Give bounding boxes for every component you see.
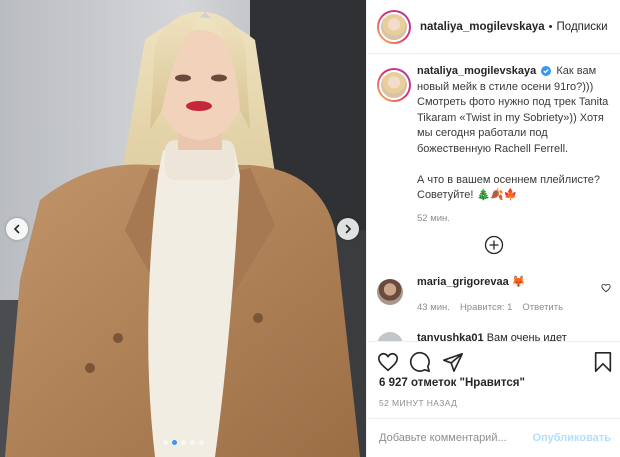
commenter-avatar[interactable] — [377, 279, 403, 305]
comment-composer: Опубликовать — [367, 418, 620, 457]
carousel-dot — [162, 440, 168, 445]
carousel-dot — [180, 440, 186, 445]
verified-icon — [541, 66, 552, 76]
post-time-ago: 52 МИНУТ НАЗАД — [379, 398, 458, 408]
post-side-panel: nataliya_mogilevskaya • Подписки nataliy… — [366, 0, 620, 457]
comment-time: 43 мин. — [417, 302, 450, 313]
comment-icon[interactable] — [409, 351, 431, 373]
carousel-dot — [198, 440, 204, 445]
reply-button[interactable]: Ответить — [522, 302, 563, 313]
previous-slide-button[interactable] — [6, 218, 28, 240]
caption-emojis: 🎄🍂🍁 — [476, 189, 518, 201]
post-header: nataliya_mogilevskaya • Подписки — [367, 0, 620, 54]
author-avatar[interactable] — [377, 9, 411, 44]
caption-avatar[interactable] — [377, 68, 411, 102]
add-more-icon[interactable] — [484, 235, 504, 255]
carousel-dot — [189, 440, 195, 445]
commenter-username[interactable]: maria_grigorevaa — [417, 276, 509, 288]
likes-count[interactable]: 6 927 отметок "Нравится" — [379, 377, 525, 389]
comment-heart-icon[interactable] — [601, 283, 611, 293]
next-slide-button[interactable] — [337, 218, 359, 240]
post-photo — [0, 0, 366, 457]
caption-timestamp: 52 мин. — [417, 212, 450, 224]
header-separator: • — [548, 20, 553, 33]
comment-likes[interactable]: Нравится: 1 — [460, 302, 512, 313]
chevron-right-icon — [345, 224, 352, 234]
heart-icon[interactable] — [377, 351, 399, 373]
caption-text: Как вам новый мейк в стиле осени 91го?))… — [417, 65, 609, 155]
author-username[interactable]: nataliya_mogilevskaya — [420, 21, 545, 33]
chevron-left-icon — [13, 224, 20, 234]
publish-button[interactable]: Опубликовать — [532, 432, 611, 444]
post-caption: nataliya_mogilevskaya Как вам новый мейк… — [377, 64, 615, 224]
carousel-dots — [0, 440, 366, 445]
following-button[interactable]: Подписки — [557, 21, 608, 33]
comment-item: maria_grigorevaa 🦊 43 мин. Нравится: 1 О… — [377, 275, 615, 313]
bookmark-icon[interactable] — [593, 351, 613, 373]
carousel-dot-active — [171, 440, 177, 445]
share-icon[interactable] — [442, 351, 464, 373]
post-media[interactable] — [0, 0, 366, 457]
comment-input[interactable] — [379, 432, 529, 444]
caption-username[interactable]: nataliya_mogilevskaya — [417, 65, 536, 77]
comment-text: 🦊 — [511, 276, 526, 288]
